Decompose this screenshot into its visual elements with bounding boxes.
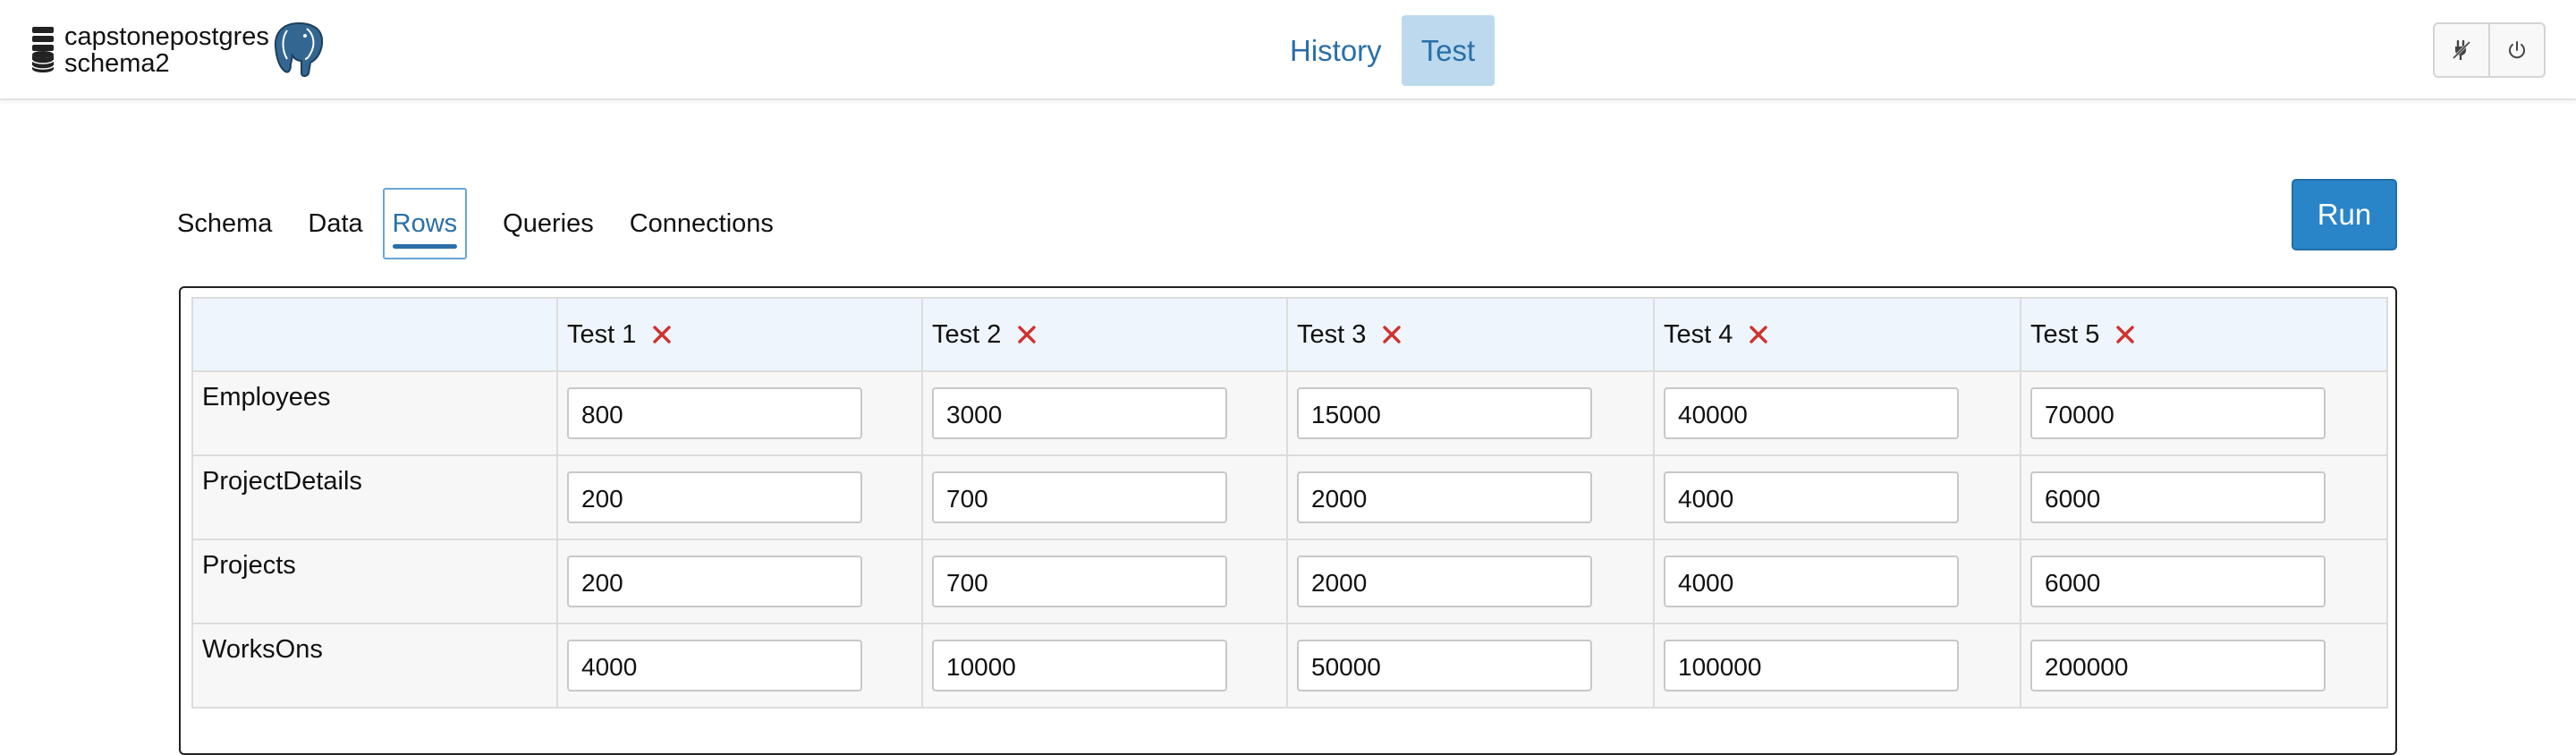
table-cell <box>1653 539 2021 624</box>
connection-name: capstonepostgres schema2 <box>64 23 269 77</box>
table-row: WorksOns <box>191 623 2388 708</box>
table-cell <box>1653 370 2021 456</box>
tab-rows[interactable]: Rows <box>382 188 468 259</box>
table-cell <box>556 539 923 624</box>
table-cell <box>556 370 923 456</box>
row-count-input[interactable] <box>1664 556 1959 607</box>
db-name: capstonepostgres <box>64 22 269 51</box>
column-header: Test 4 <box>1653 297 2021 372</box>
row-count-input[interactable] <box>932 471 1227 523</box>
plug-icon <box>2451 39 2472 61</box>
connect-button[interactable] <box>2435 24 2488 76</box>
section-tabs: Schema Data Rows Queries Connections <box>159 188 792 259</box>
row-count-input[interactable] <box>567 471 862 523</box>
tab-connections[interactable]: Connections <box>612 190 792 258</box>
row-label: WorksOns <box>191 623 558 708</box>
row-count-input[interactable] <box>1297 640 1592 691</box>
row-count-input[interactable] <box>932 387 1227 439</box>
table-cell <box>921 623 1288 708</box>
row-count-input[interactable] <box>932 556 1227 607</box>
row-count-input[interactable] <box>1297 387 1592 439</box>
table-cell <box>556 623 923 708</box>
tab-queries[interactable]: Queries <box>485 190 612 258</box>
active-tab-underline <box>392 244 458 249</box>
corner-cell <box>191 297 558 372</box>
table-row: Projects <box>191 539 2388 624</box>
nav-history[interactable]: History <box>1270 15 1402 86</box>
column-name: Test 1 <box>567 319 637 349</box>
tab-schema[interactable]: Schema <box>159 190 290 258</box>
power-icon <box>2509 41 2525 59</box>
table-cell <box>556 454 923 540</box>
table-header-row: Test 1 Test 2 Test 3 Test 4 Test 5 <box>191 297 2388 372</box>
column-header: Test 1 <box>556 297 923 372</box>
remove-column-icon[interactable] <box>1015 323 1038 346</box>
column-name: Test 4 <box>1664 319 1733 349</box>
table-cell <box>921 539 1288 624</box>
power-button[interactable] <box>2488 24 2544 76</box>
table-cell <box>2020 454 2388 540</box>
postgres-elephant-logo <box>274 21 324 77</box>
table-cell <box>921 370 1288 456</box>
column-name: Test 2 <box>932 319 1002 349</box>
column-name: Test 3 <box>1297 319 1367 349</box>
column-header: Test 5 <box>2020 297 2388 372</box>
toolbar-group <box>2433 22 2546 78</box>
row-label: Projects <box>191 539 558 624</box>
tab-data[interactable]: Data <box>290 190 380 258</box>
row-label: ProjectDetails <box>191 454 558 540</box>
rows-table: Test 1 Test 2 Test 3 Test 4 Test 5 Emplo… <box>191 297 2388 708</box>
database-icon <box>31 27 55 72</box>
schema-name: schema2 <box>64 49 170 78</box>
table-cell <box>1286 539 1655 624</box>
row-count-input[interactable] <box>932 640 1227 691</box>
row-count-input[interactable] <box>1664 471 1959 523</box>
row-count-input[interactable] <box>1664 640 1959 691</box>
row-count-input[interactable] <box>2030 471 2326 523</box>
nav-test[interactable]: Test <box>1401 15 1496 86</box>
table-cell <box>1286 370 1655 456</box>
row-count-input[interactable] <box>1297 471 1592 523</box>
table-cell <box>1286 454 1655 540</box>
row-count-input[interactable] <box>2030 556 2326 607</box>
row-count-input[interactable] <box>567 387 862 439</box>
remove-column-icon[interactable] <box>650 323 674 346</box>
main-nav: History Test <box>1270 15 1496 86</box>
row-label: Employees <box>191 370 558 456</box>
row-count-input[interactable] <box>1297 556 1592 607</box>
column-header: Test 2 <box>921 297 1288 372</box>
table-row: Employees <box>191 370 2388 456</box>
table-cell <box>1286 623 1655 708</box>
tab-rows-label: Rows <box>392 209 458 238</box>
table-cell <box>921 454 1288 540</box>
remove-column-icon[interactable] <box>2114 323 2137 346</box>
table-cell <box>1653 454 2021 540</box>
remove-column-icon[interactable] <box>1747 323 1770 346</box>
column-header: Test 3 <box>1286 297 1655 372</box>
row-count-input[interactable] <box>2030 387 2326 439</box>
run-button[interactable]: Run <box>2292 179 2397 250</box>
row-count-input[interactable] <box>2030 640 2326 691</box>
remove-column-icon[interactable] <box>1380 323 1403 346</box>
table-row: ProjectDetails <box>191 454 2388 540</box>
table-cell <box>1653 623 2021 708</box>
table-cell <box>2020 539 2388 624</box>
rows-grid-panel: Test 1 Test 2 Test 3 Test 4 Test 5 Emplo… <box>179 286 2397 755</box>
row-count-input[interactable] <box>567 556 862 607</box>
row-count-input[interactable] <box>1664 387 1959 439</box>
top-bar: capstonepostgres schema2 History Test <box>0 0 2576 100</box>
column-name: Test 5 <box>2030 319 2100 349</box>
table-cell <box>2020 370 2388 456</box>
row-count-input[interactable] <box>567 640 862 691</box>
table-cell <box>2020 623 2388 708</box>
